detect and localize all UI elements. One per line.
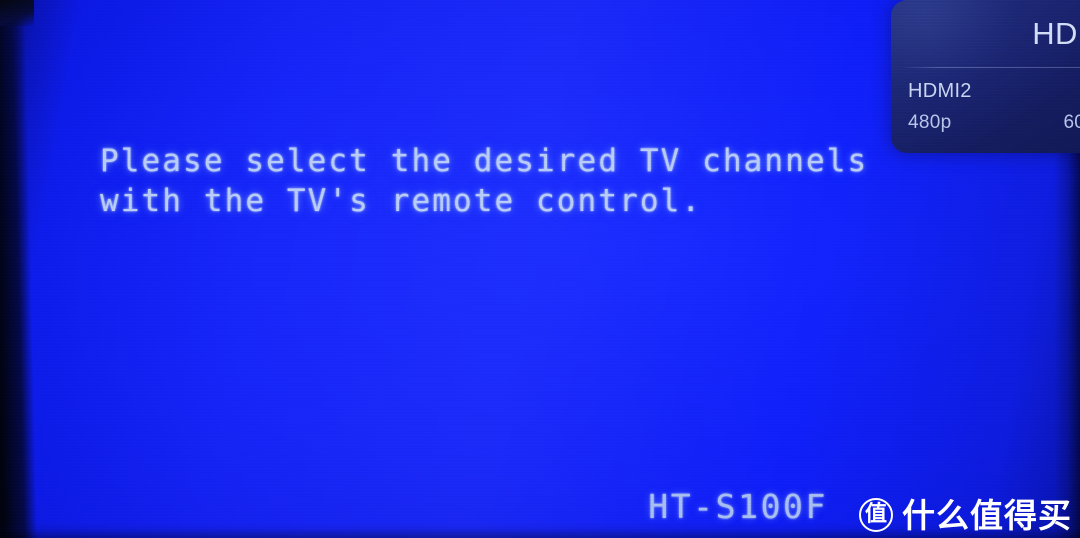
info-panel-refresh-rate: 60Hz — [1063, 112, 1080, 133]
info-panel-body: HDMI2 480p 60Hz — [908, 80, 1080, 134]
info-panel-header-title: HDMI — [1032, 16, 1080, 51]
info-panel-divider — [905, 67, 1080, 68]
tv-bezel-top-left-corner — [0, 0, 34, 26]
watermark-logo-icon: 值 — [859, 498, 893, 532]
osd-instruction-message: Please select the desired TV channels wi… — [100, 143, 869, 219]
info-panel-source-label: HDMI2 — [908, 80, 972, 102]
info-panel-header: HDMI — [891, 8, 1080, 60]
osd-model-label: HT-S100F — [648, 487, 828, 526]
watermark-logo-glyph: 值 — [864, 502, 887, 527]
watermark-text: 什么值得买 — [902, 495, 1072, 535]
info-panel-resolution: 480p — [908, 112, 952, 133]
info-panel-specs-row: 480p 60Hz — [908, 112, 1080, 134]
input-info-panel: HDMI HDMI2 480p 60Hz — [891, 0, 1080, 153]
tv-screen-photo: Please select the desired TV channels wi… — [0, 0, 1080, 538]
site-watermark: 值 什么值得买 — [859, 498, 1072, 532]
